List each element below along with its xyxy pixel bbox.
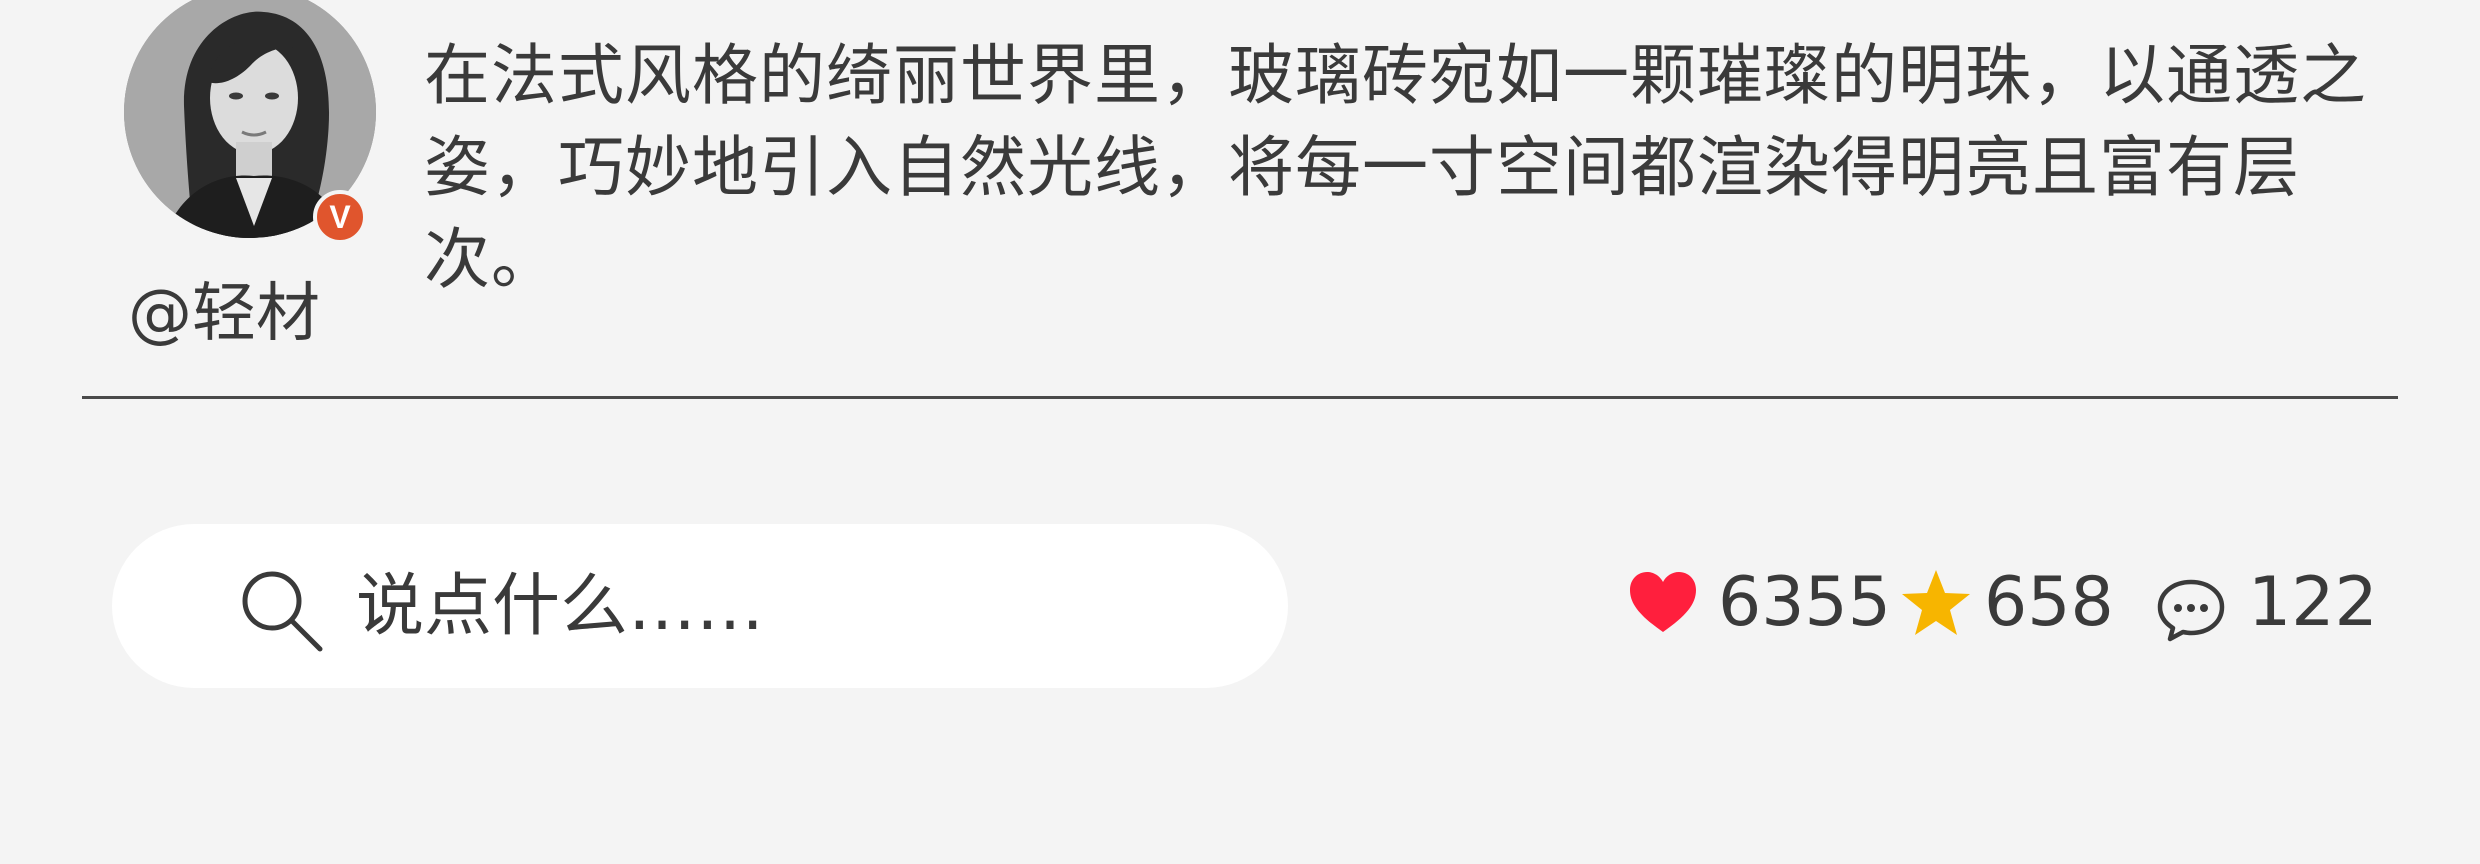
favorite-count: 658 (1984, 563, 2114, 642)
verified-badge: V (313, 190, 367, 244)
author-name[interactable]: @轻材 (128, 262, 320, 354)
post-caption: 在法式风格的绮丽世界里，玻璃砖宛如一颗璀璨的明珠，以通透之姿，巧妙地引入自然光线… (424, 37, 2367, 298)
search-icon (242, 571, 323, 652)
comment-bubble-icon[interactable] (2156, 578, 2226, 642)
divider (82, 396, 2398, 399)
comment-input[interactable] (356, 556, 1256, 656)
like-count: 6355 (1718, 563, 1892, 642)
comment-count: 122 (2248, 563, 2378, 642)
star-icon[interactable] (1900, 568, 1972, 638)
post-footer: V @轻材 在法式风格的绮丽世界里，玻璃砖宛如一颗璀璨的明珠，以通透之姿，巧妙地… (0, 0, 2480, 864)
heart-icon[interactable] (1628, 570, 1698, 634)
